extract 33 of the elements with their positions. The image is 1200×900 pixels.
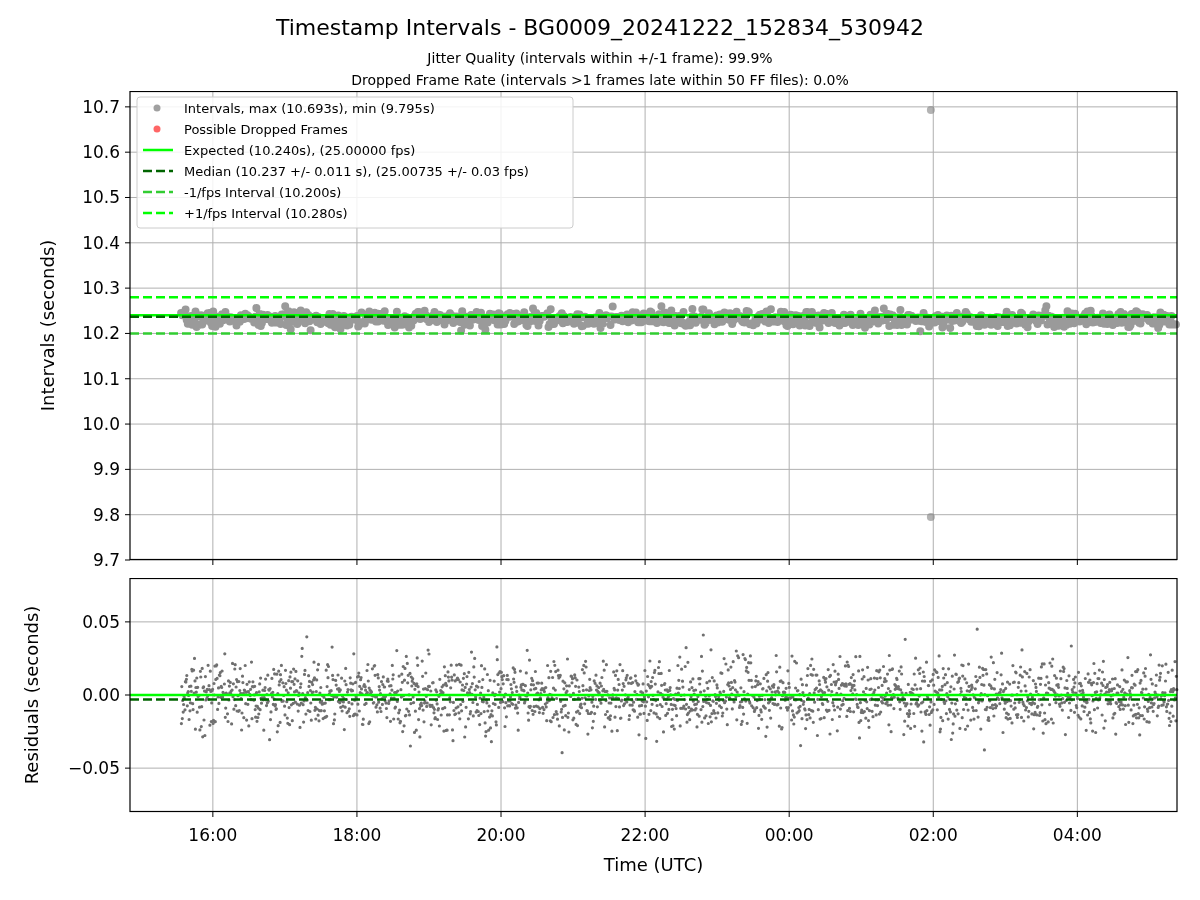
y-tick-label: 0.00 bbox=[82, 685, 120, 705]
x-tick-label: 02:00 bbox=[908, 825, 958, 845]
legend-label: -1/fps Interval (10.200s) bbox=[184, 185, 342, 200]
legend-label: Expected (10.240s), (25.00000 fps) bbox=[184, 143, 416, 158]
x-tick-label: 18:00 bbox=[332, 825, 382, 845]
y-tick-label: 10.2 bbox=[82, 323, 120, 344]
y-axis-label: Residuals (seconds) bbox=[21, 605, 42, 785]
chart-subtitle: Dropped Frame Rate (intervals >1 frames late within 50 FF files): 0.0% bbox=[351, 71, 849, 90]
y-tick-label: 10.5 bbox=[82, 187, 120, 208]
x-tick-label: 00:00 bbox=[764, 825, 814, 845]
y-tick-label: 10.3 bbox=[82, 278, 120, 299]
y-tick-label: 10.4 bbox=[82, 232, 120, 253]
y-tick-label: 9.8 bbox=[92, 504, 120, 525]
x-tick-label: 16:00 bbox=[188, 825, 238, 845]
y-tick-label: 10.7 bbox=[82, 96, 120, 117]
y-tick-label: 9.7 bbox=[92, 550, 120, 570]
y-axis-label: Intervals (seconds) bbox=[37, 239, 58, 412]
legend-label: Intervals, max (10.693s), min (9.795s) bbox=[184, 101, 435, 116]
x-axis-label: Time (UTC) bbox=[603, 854, 704, 875]
chart-subtitle: Jitter Quality (intervals within +/-1 frame): 99.9% bbox=[427, 49, 773, 68]
y-tick-label: 10.1 bbox=[82, 368, 120, 389]
legend-label: +1/fps Interval (10.280s) bbox=[184, 206, 348, 221]
y-tick-label: −0.05 bbox=[67, 758, 120, 779]
legend-label: Median (10.237 +/- 0.011 s), (25.00735 +/- 0.03 fps) bbox=[184, 164, 529, 179]
x-tick-label: 20:00 bbox=[476, 825, 526, 845]
legend-label: Possible Dropped Frames bbox=[184, 122, 348, 137]
y-tick-label: 10.6 bbox=[82, 142, 120, 163]
y-tick-label: 10.0 bbox=[82, 414, 120, 435]
x-tick-label: 04:00 bbox=[1052, 825, 1102, 845]
y-tick-label: 9.9 bbox=[92, 459, 120, 480]
chart-title: Timestamp Intervals - BG0009_20241222_152834_530942 bbox=[275, 14, 925, 42]
y-tick-label: 0.05 bbox=[82, 611, 120, 632]
x-tick-label: 22:00 bbox=[620, 825, 670, 845]
